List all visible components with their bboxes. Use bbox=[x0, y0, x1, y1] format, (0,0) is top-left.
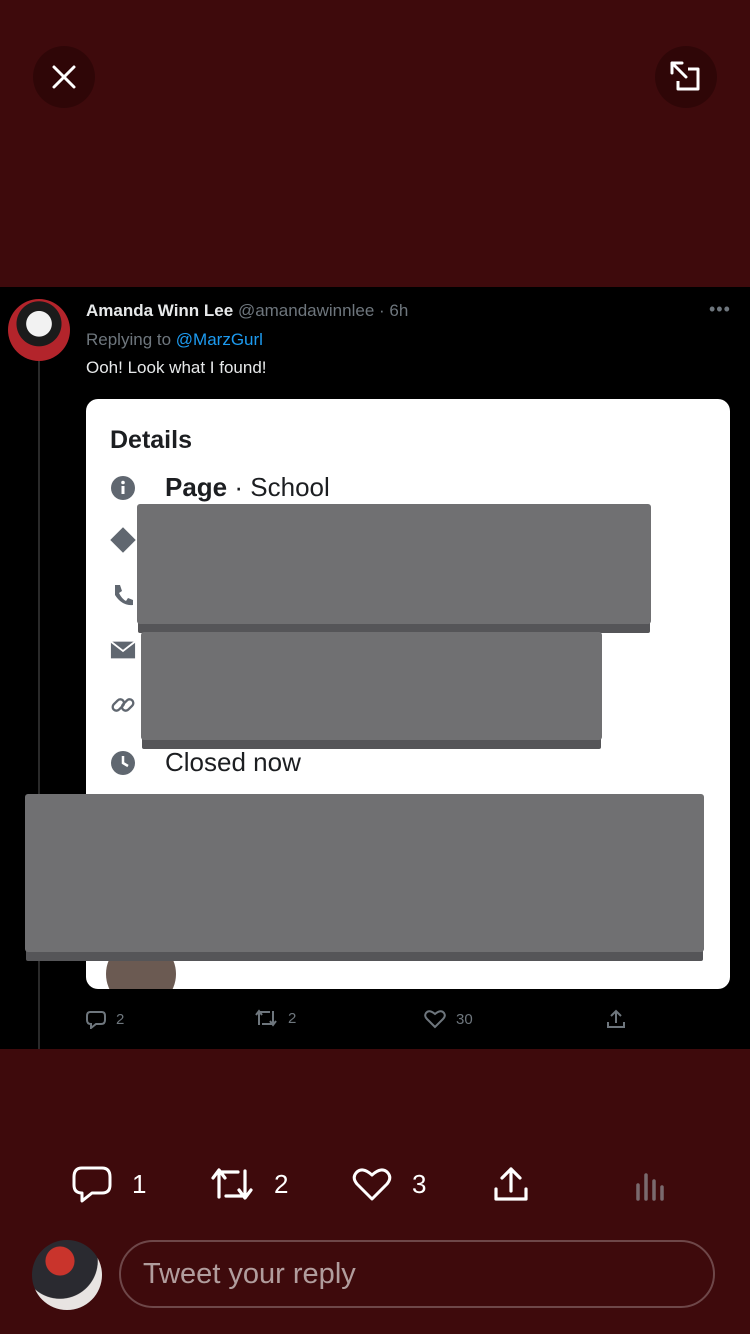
inner-avatar bbox=[8, 299, 70, 361]
inner-author-line: Amanda Winn Lee @amandawinnlee · 6h bbox=[86, 301, 408, 321]
reply-icon bbox=[72, 1166, 112, 1203]
redaction-block bbox=[141, 632, 602, 740]
like-count: 3 bbox=[412, 1168, 427, 1199]
reply-input[interactable]: Tweet your reply bbox=[119, 1240, 715, 1308]
inner-retweet: 2 bbox=[254, 1009, 296, 1027]
share-button[interactable] bbox=[492, 1160, 530, 1208]
inner-reply: 2 bbox=[86, 1009, 124, 1029]
inner-like: 30 bbox=[424, 1009, 473, 1029]
close-button[interactable] bbox=[33, 46, 95, 108]
inner-author-handle: @amandawinnlee · 6h bbox=[237, 301, 409, 320]
analytics-button[interactable] bbox=[634, 1160, 668, 1208]
retweet-count: 2 bbox=[274, 1168, 289, 1199]
details-title: Details bbox=[110, 426, 192, 454]
inner-more-icon: ••• bbox=[709, 299, 731, 319]
share-icon bbox=[494, 1167, 528, 1201]
hours-text: Closed now bbox=[165, 747, 301, 777]
inner-replying-line: Replying to @MarzGurl bbox=[86, 330, 263, 350]
row-website bbox=[110, 692, 136, 718]
inner-reply-count: 2 bbox=[116, 1010, 125, 1028]
redaction-block bbox=[137, 504, 651, 624]
directions-icon bbox=[110, 527, 136, 553]
redaction-block bbox=[25, 794, 704, 952]
action-bar: 1 2 3 bbox=[0, 1160, 750, 1208]
row-page: Page · School bbox=[110, 472, 330, 503]
mail-icon bbox=[110, 637, 136, 663]
clock-icon bbox=[110, 750, 136, 776]
tweet-image[interactable]: Amanda Winn Lee @amandawinnlee · 6h ••• … bbox=[0, 287, 750, 1049]
info-icon bbox=[110, 475, 136, 501]
retweet-button[interactable]: 2 bbox=[210, 1160, 288, 1208]
link-icon bbox=[110, 692, 136, 718]
reply-button[interactable]: 1 bbox=[72, 1160, 146, 1208]
replying-prefix: Replying to bbox=[86, 330, 176, 349]
row-directions bbox=[110, 527, 136, 553]
inner-like-count: 30 bbox=[456, 1010, 473, 1028]
page-label: Page bbox=[165, 472, 228, 502]
inner-heart-icon bbox=[424, 1010, 446, 1029]
page-value: · School bbox=[227, 472, 330, 502]
inner-action-bar: 2 2 30 bbox=[0, 1009, 750, 1031]
analytics-icon bbox=[636, 1173, 664, 1201]
row-hours: Closed now bbox=[110, 747, 301, 778]
retweet-icon bbox=[211, 1168, 253, 1200]
like-button[interactable]: 3 bbox=[352, 1160, 426, 1208]
expand-button[interactable] bbox=[655, 46, 717, 108]
inner-share bbox=[606, 1009, 626, 1029]
reply-placeholder: Tweet your reply bbox=[143, 1257, 356, 1290]
row-phone bbox=[110, 582, 136, 608]
inner-reply-icon bbox=[86, 1011, 106, 1029]
user-avatar[interactable] bbox=[32, 1240, 102, 1310]
reply-count: 1 bbox=[132, 1168, 147, 1199]
inner-retweet-icon bbox=[255, 1009, 277, 1027]
replying-mention: @MarzGurl bbox=[175, 330, 263, 349]
inner-share-icon bbox=[607, 1009, 625, 1028]
phone-icon bbox=[110, 582, 136, 608]
inner-retweet-count: 2 bbox=[288, 1009, 297, 1027]
row-email bbox=[110, 637, 136, 663]
heart-icon bbox=[352, 1168, 392, 1201]
reply-composer: Tweet your reply bbox=[0, 1238, 750, 1310]
expand-icon bbox=[670, 61, 700, 91]
page-text: Page · School bbox=[165, 472, 330, 503]
close-icon bbox=[52, 65, 76, 89]
inner-author-name: Amanda Winn Lee bbox=[86, 301, 234, 320]
inner-tweet-text: Ooh! Look what I found! bbox=[86, 358, 267, 377]
